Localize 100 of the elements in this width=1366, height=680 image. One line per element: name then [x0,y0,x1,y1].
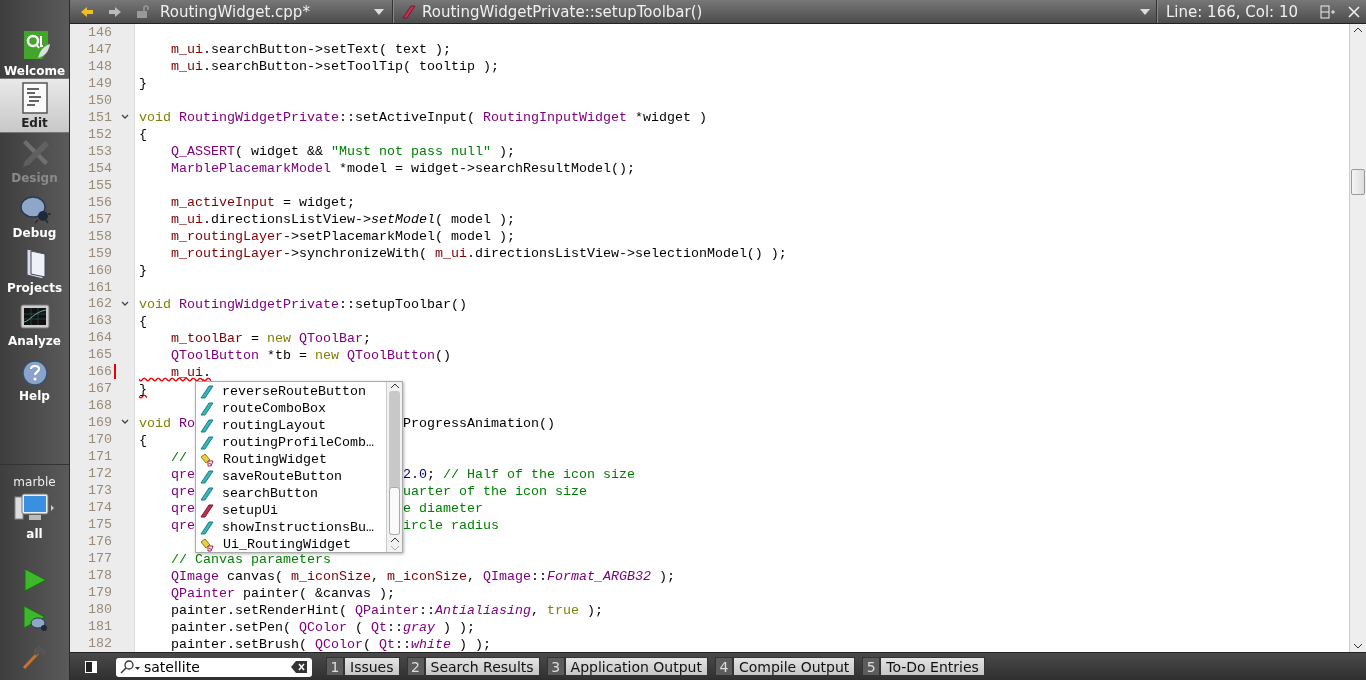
mode-button[interactable]: Edit [0,78,69,133]
completion-item[interactable]: showInstructionsBu… [196,519,386,536]
scrollbar[interactable] [1349,24,1366,652]
code-line: m_ui.searchButton->setText( text ); [170,41,451,58]
code-line: // [170,449,187,466]
code-line: // Canvas parameters [170,551,331,568]
clear-icon[interactable] [291,661,307,673]
code-line: m_ui. [170,364,211,381]
help-icon [20,358,49,387]
line-number: 172 [87,466,112,482]
completion-item[interactable]: reverseRouteButton [196,383,386,400]
class-icon [200,452,215,467]
line-number: 160 [87,262,112,278]
line-number: 174 [87,500,112,516]
line-number: 169 [87,415,112,431]
code-line: m_routingLayer->setPlacemarkModel( model ); [170,228,515,245]
line-number: 146 [87,25,112,40]
gem-icon [200,418,214,433]
line-number: 151 [87,109,112,125]
line-number: 147 [87,41,112,57]
code-line: uarter of the icon size [403,483,587,500]
locator-field[interactable]: satellite [116,657,312,677]
scrollbar-thumb[interactable] [1351,169,1365,195]
completion-item[interactable]: routingLayout [196,417,386,434]
code-line: qre [170,484,195,499]
gem-icon [200,435,214,450]
mode-button[interactable]: Projects [0,243,69,298]
scroll-up-icon[interactable] [389,382,400,390]
line-number: 154 [87,160,112,176]
code-line: } [138,75,147,92]
line-number: 180 [87,601,112,617]
search-icon [120,660,142,674]
gem-icon [200,384,214,399]
code-line: { [138,432,147,449]
line-number: 166 [87,364,112,380]
line-number: 171 [87,449,112,465]
line-number: 159 [87,245,112,261]
monitor-icon [19,303,50,332]
gem-icon [200,503,214,518]
mode-button[interactable]: Debug [0,188,69,243]
line-number: 157 [87,211,112,227]
code-line: QPainter painter( &canvas ); [170,585,395,602]
dropdown-arrow-icon [1140,8,1150,15]
mode-button[interactable]: Analyze [0,298,69,353]
code-line: 2.0; // Half of the icon size [403,466,635,483]
file-dropdown[interactable]: RoutingWidget.cpp* [154,2,374,21]
completion-item[interactable]: routingProfileComb… [196,434,386,451]
code-line: void RoutingWidgetPrivate::setActiveInput( RoutingInputWidget *widget ) [138,109,707,126]
gem-icon [200,486,214,501]
project-name: marble [13,475,56,489]
completion-item[interactable]: Ui_RoutingWidget [196,536,386,553]
gem-icon [200,469,214,484]
code-line: QToolButton *tb = new QToolButton() [170,347,451,364]
computer-icon[interactable] [13,493,56,523]
build-configuration: all [26,527,43,541]
mode-button[interactable]: Help [0,353,69,408]
code-line: painter.setPen( QColor ( Qt::gray ) ); [170,619,475,636]
line-number: 162 [87,296,112,312]
line-number: 175 [87,517,112,533]
code-line: void RoutingWidgetPrivate::setupToolbar() [138,296,467,313]
mode-button[interactable]: Welcome [0,28,69,78]
code-line: } [138,262,147,279]
code-line: m_ui.directionsListView->setModel( model ); [170,211,515,228]
scroll-up-icon[interactable] [389,536,400,544]
line-number: 167 [87,381,112,397]
completion-item[interactable]: searchButton [196,485,386,502]
code-line: MarblePlacemarkModel *model = widget->searchResultModel(); [170,160,635,177]
line-number: 168 [87,398,112,414]
scrollbar[interactable] [386,382,402,552]
line-number: 149 [87,75,112,91]
code-line: void Ro [139,416,195,431]
scrollbar-thumb[interactable] [389,487,400,535]
line-number: 182 [87,635,112,651]
symbol-dropdown[interactable]: RoutingWidgetPrivate::setupToolbar() [394,1,1156,22]
completion-item[interactable]: saveRouteButton [196,468,386,485]
code-line: ProgressAnimation() [403,415,555,432]
gem-icon [200,401,214,416]
code-line: e diameter [403,500,483,517]
code-line: m_routingLayer->synchronizeWith( m_ui.directionsListView->selectionModel() ); [170,245,787,262]
code-line: Q_ASSERT( widget && "Must not pass null" ); [170,143,515,160]
line-number: 163 [87,313,112,329]
completion-item[interactable]: RoutingWidget [196,451,386,468]
gem-icon [402,4,416,19]
line-number: 152 [87,126,112,142]
completion-item[interactable]: routeComboBox [196,400,386,417]
completion-item[interactable]: setupUi [196,502,386,519]
line-number: 155 [87,177,112,193]
code-line: qre [170,467,195,482]
line-number: 158 [87,228,112,244]
code-line: painter.setBrush( QColor( Qt::white ) ); [170,636,491,652]
line-number: 165 [87,347,112,363]
dropdown-arrow-icon[interactable] [374,8,384,15]
line-number: 177 [87,551,112,566]
code-line: qre [170,518,195,533]
code-line: m_activeInput = widget; [170,194,355,211]
gem-icon [200,520,214,535]
line-number: 179 [87,584,112,600]
code-line: { [138,313,147,330]
line-number: 170 [87,432,112,448]
line-number: 156 [87,194,112,210]
